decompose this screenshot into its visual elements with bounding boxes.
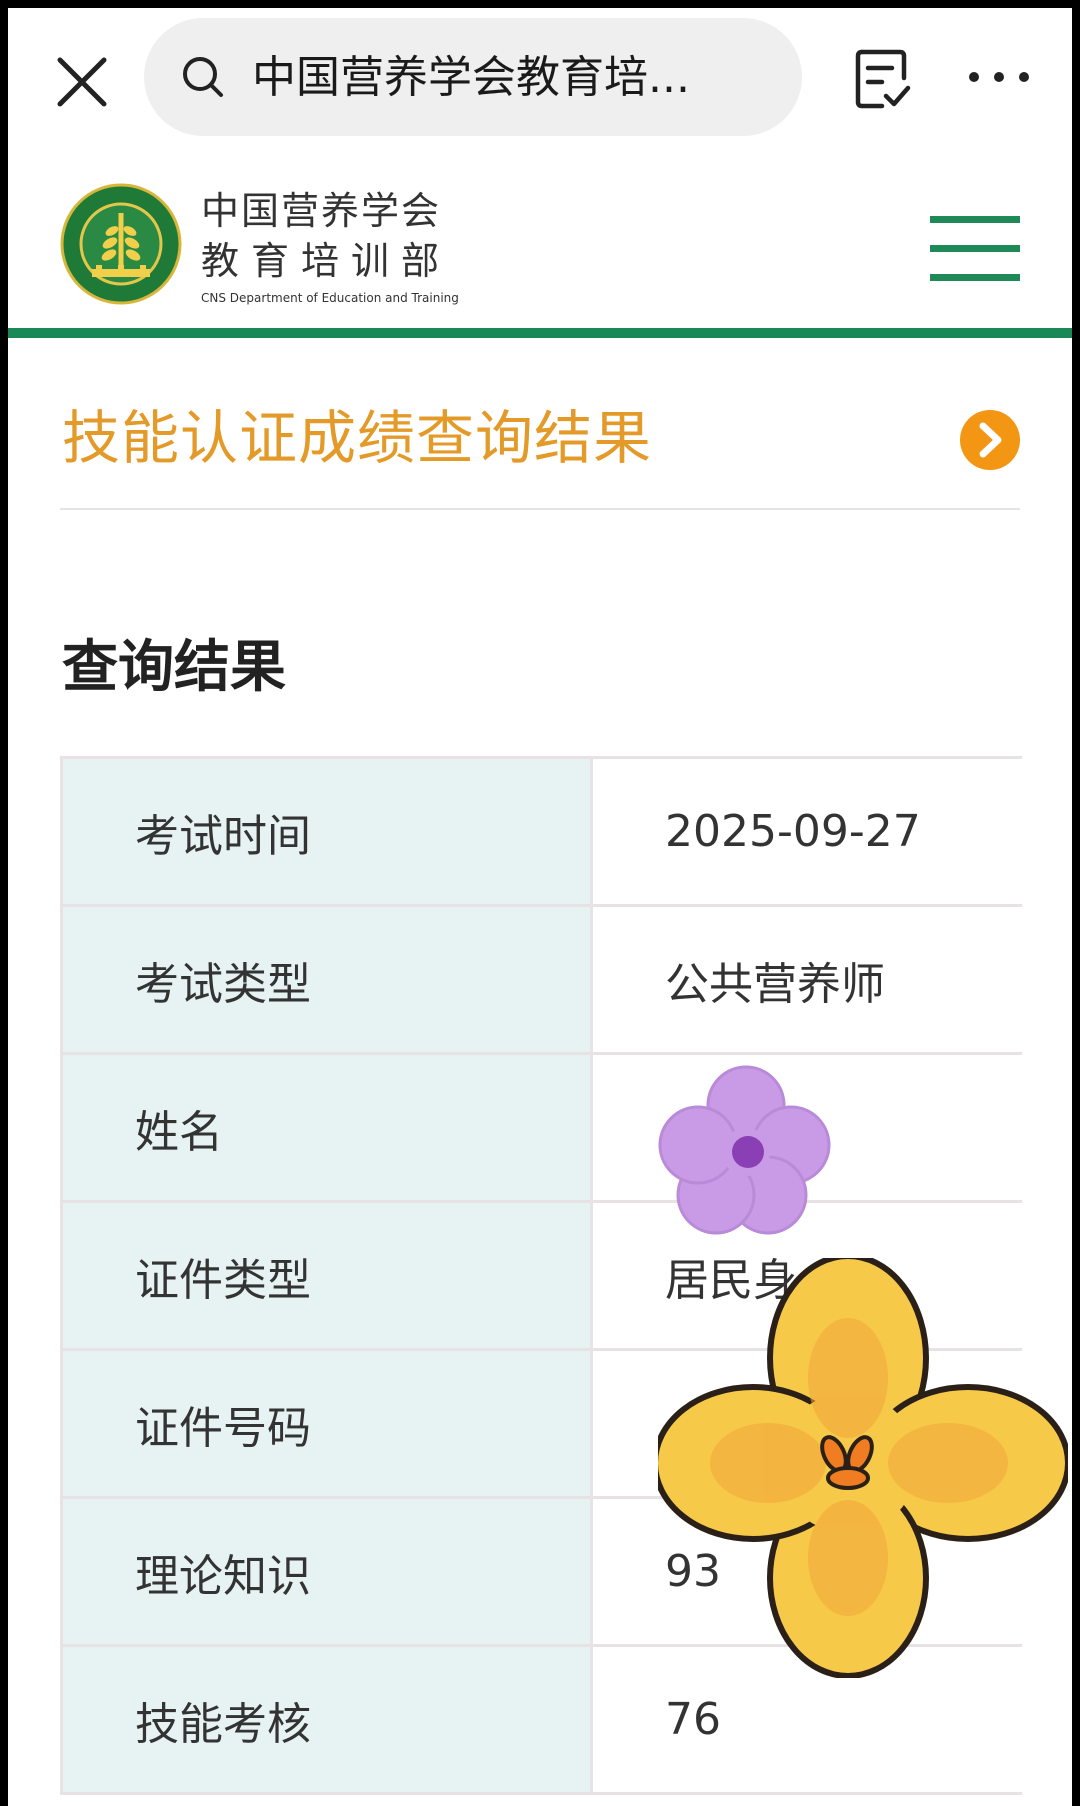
table-row: 证件号码 <box>60 1348 1022 1499</box>
section-arrow-button[interactable] <box>960 410 1020 470</box>
more-dots-icon <box>969 72 1029 82</box>
row-value: 公共营养师 <box>591 904 1022 1055</box>
table-row: 理论知识 93 <box>60 1496 1022 1647</box>
search-text: 中国营养学会教育培... <box>252 52 690 103</box>
row-label: 考试时间 <box>60 756 593 907</box>
row-label: 考试类型 <box>60 904 593 1055</box>
table-row: 考试类型 公共营养师 <box>60 904 1022 1055</box>
row-label: 理论知识 <box>60 1496 593 1647</box>
row-value: 76 <box>591 1644 1022 1795</box>
cns-logo[interactable] <box>60 183 182 305</box>
row-label: 技能考核 <box>60 1644 593 1795</box>
row-value <box>591 1348 1022 1499</box>
hamburger-menu-button[interactable] <box>930 216 1020 282</box>
table-row: 姓名 <box>60 1052 1022 1203</box>
menu-line <box>930 216 1020 223</box>
table-row: 证件类型 居民身 <box>60 1200 1022 1351</box>
row-value: 居民身 <box>591 1200 1022 1351</box>
browser-top-bar: 中国营养学会教育培... <box>8 8 1072 143</box>
row-value: 2025-09-27 <box>591 756 1022 907</box>
menu-line <box>930 245 1020 252</box>
close-button[interactable] <box>46 46 118 118</box>
document-check-icon <box>855 49 911 109</box>
row-label: 姓名 <box>60 1052 593 1203</box>
cns-emblem-icon <box>60 183 182 305</box>
screen: 中国营养学会教育培... 中国营养学会 教育培训部 CNS Department… <box>8 8 1072 1806</box>
section-title: 技能认证成绩查询结果 <box>62 404 653 472</box>
chevron-right-icon <box>979 422 1002 458</box>
result-table: 考试时间 2025-09-27 考试类型 公共营养师 姓名 证件类型 居民身 证… <box>60 756 1022 1795</box>
more-button[interactable] <box>964 52 1034 102</box>
close-icon <box>57 57 107 107</box>
row-label: 证件类型 <box>60 1200 593 1351</box>
dept-name: 教育培训部 <box>201 239 452 283</box>
org-name: 中国营养学会 <box>201 189 442 233</box>
search-bar[interactable]: 中国营养学会教育培... <box>144 18 802 136</box>
search-icon <box>183 57 223 97</box>
header-divider <box>8 328 1072 338</box>
site-header: 中国营养学会 教育培训部 CNS Department of Education… <box>8 158 1072 333</box>
section-divider <box>60 508 1020 510</box>
reader-mode-button[interactable] <box>848 44 918 114</box>
row-label: 证件号码 <box>60 1348 593 1499</box>
menu-line <box>930 274 1020 281</box>
dept-english-name: CNS Department of Education and Training <box>201 291 459 305</box>
row-value: 93 <box>591 1496 1022 1647</box>
table-row: 技能考核 76 <box>60 1644 1022 1795</box>
table-row: 考试时间 2025-09-27 <box>60 756 1022 907</box>
row-value <box>591 1052 1022 1203</box>
result-heading: 查询结果 <box>62 635 286 700</box>
